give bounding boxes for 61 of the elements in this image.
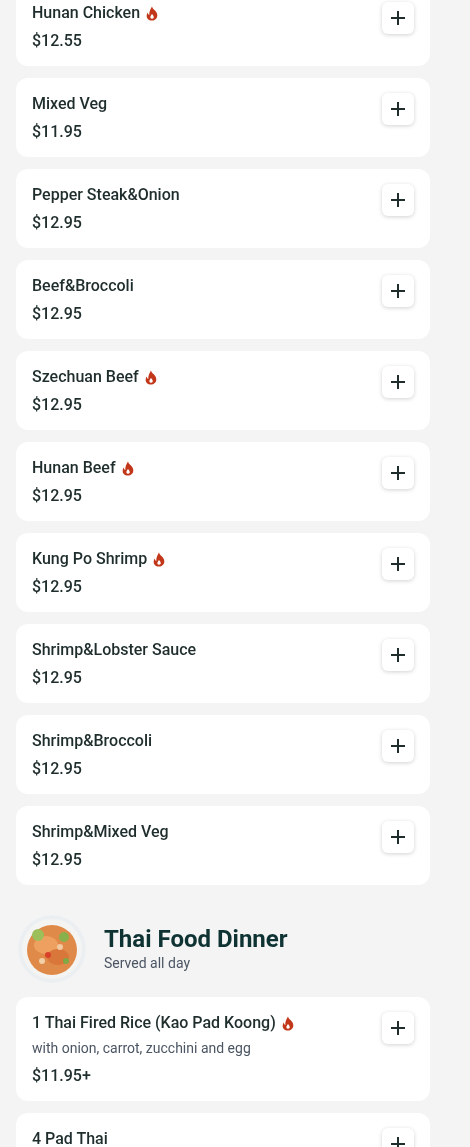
add-button[interactable] (382, 730, 414, 762)
item-price: $12.55 (32, 30, 83, 52)
item-name: Szechuan Beef (32, 366, 139, 388)
item-price: $11.95+ (32, 1065, 92, 1087)
plus-icon (391, 739, 405, 753)
menu-item-card[interactable]: Szechuan Beef $12.95 (16, 351, 430, 430)
item-price: $11.95 (32, 121, 83, 143)
menu-item-card[interactable]: Beef&Broccoli $12.95 (16, 260, 430, 339)
menu-item-card[interactable]: 4 Pad Thai (16, 1113, 430, 1147)
section-subtitle: Served all day (104, 953, 192, 973)
plus-icon (391, 102, 405, 116)
add-button[interactable] (382, 2, 414, 34)
plus-icon (391, 193, 405, 207)
item-price: $12.95 (32, 303, 83, 325)
plus-icon (391, 1137, 405, 1147)
section-title: Thai Food Dinner (104, 924, 288, 953)
menu-item-card[interactable]: Mixed Veg $11.95 (16, 78, 430, 157)
menu-item-card[interactable]: 1 Thai Fired Rice (Kao Pad Koong) with onion, carrot, zucchini and egg $11.95+ (16, 997, 430, 1101)
item-name: Shrimp&Broccoli (32, 730, 153, 752)
add-button[interactable] (382, 366, 414, 398)
plus-icon (391, 557, 405, 571)
item-price: $12.95 (32, 576, 83, 598)
item-name: Mixed Veg (32, 93, 108, 115)
item-name: Hunan Chicken (32, 2, 141, 24)
plus-icon (391, 648, 405, 662)
menu-item-card[interactable]: Kung Po Shrimp $12.95 (16, 533, 430, 612)
item-name: Beef&Broccoli (32, 275, 134, 297)
plus-icon (391, 11, 405, 25)
item-price: $12.95 (32, 849, 83, 871)
add-button[interactable] (382, 821, 414, 853)
add-button[interactable] (382, 639, 414, 671)
add-button[interactable] (382, 548, 414, 580)
plus-icon (391, 1021, 405, 1035)
add-button[interactable] (382, 457, 414, 489)
item-name: 1 Thai Fired Rice (Kao Pad Koong) (32, 1012, 276, 1034)
item-price: $12.95 (32, 758, 83, 780)
plus-icon (391, 466, 405, 480)
item-name: Hunan Beef (32, 457, 116, 479)
add-button[interactable] (382, 1012, 414, 1044)
item-price: $12.95 (32, 212, 83, 234)
add-button[interactable] (382, 275, 414, 307)
item-price: $12.95 (32, 667, 83, 689)
plus-icon (391, 375, 405, 389)
item-price: $12.95 (32, 394, 83, 416)
menu-item-card[interactable]: Shrimp&Lobster Sauce $12.95 (16, 624, 430, 703)
menu-item-card[interactable]: Shrimp&Broccoli $12.95 (16, 715, 430, 794)
item-description: with onion, carrot, zucchini and egg (32, 1039, 252, 1058)
menu-item-card[interactable]: Hunan Beef $12.95 (16, 442, 430, 521)
plus-icon (391, 284, 405, 298)
item-name: Pepper Steak&Onion (32, 184, 180, 206)
item-name: 4 Pad Thai (32, 1128, 108, 1147)
menu-item-card[interactable]: Hunan Chicken $12.55 (16, 0, 430, 66)
menu-item-card[interactable]: Pepper Steak&Onion $12.95 (16, 169, 430, 248)
plus-icon (391, 830, 405, 844)
item-name: Kung Po Shrimp (32, 548, 148, 570)
menu-item-card[interactable]: Shrimp&Mixed Veg $12.95 (16, 806, 430, 885)
add-button[interactable] (382, 93, 414, 125)
item-name: Shrimp&Lobster Sauce (32, 639, 197, 661)
item-name: Shrimp&Mixed Veg (32, 821, 169, 843)
item-price: $12.95 (32, 485, 83, 507)
add-button[interactable] (382, 184, 414, 216)
